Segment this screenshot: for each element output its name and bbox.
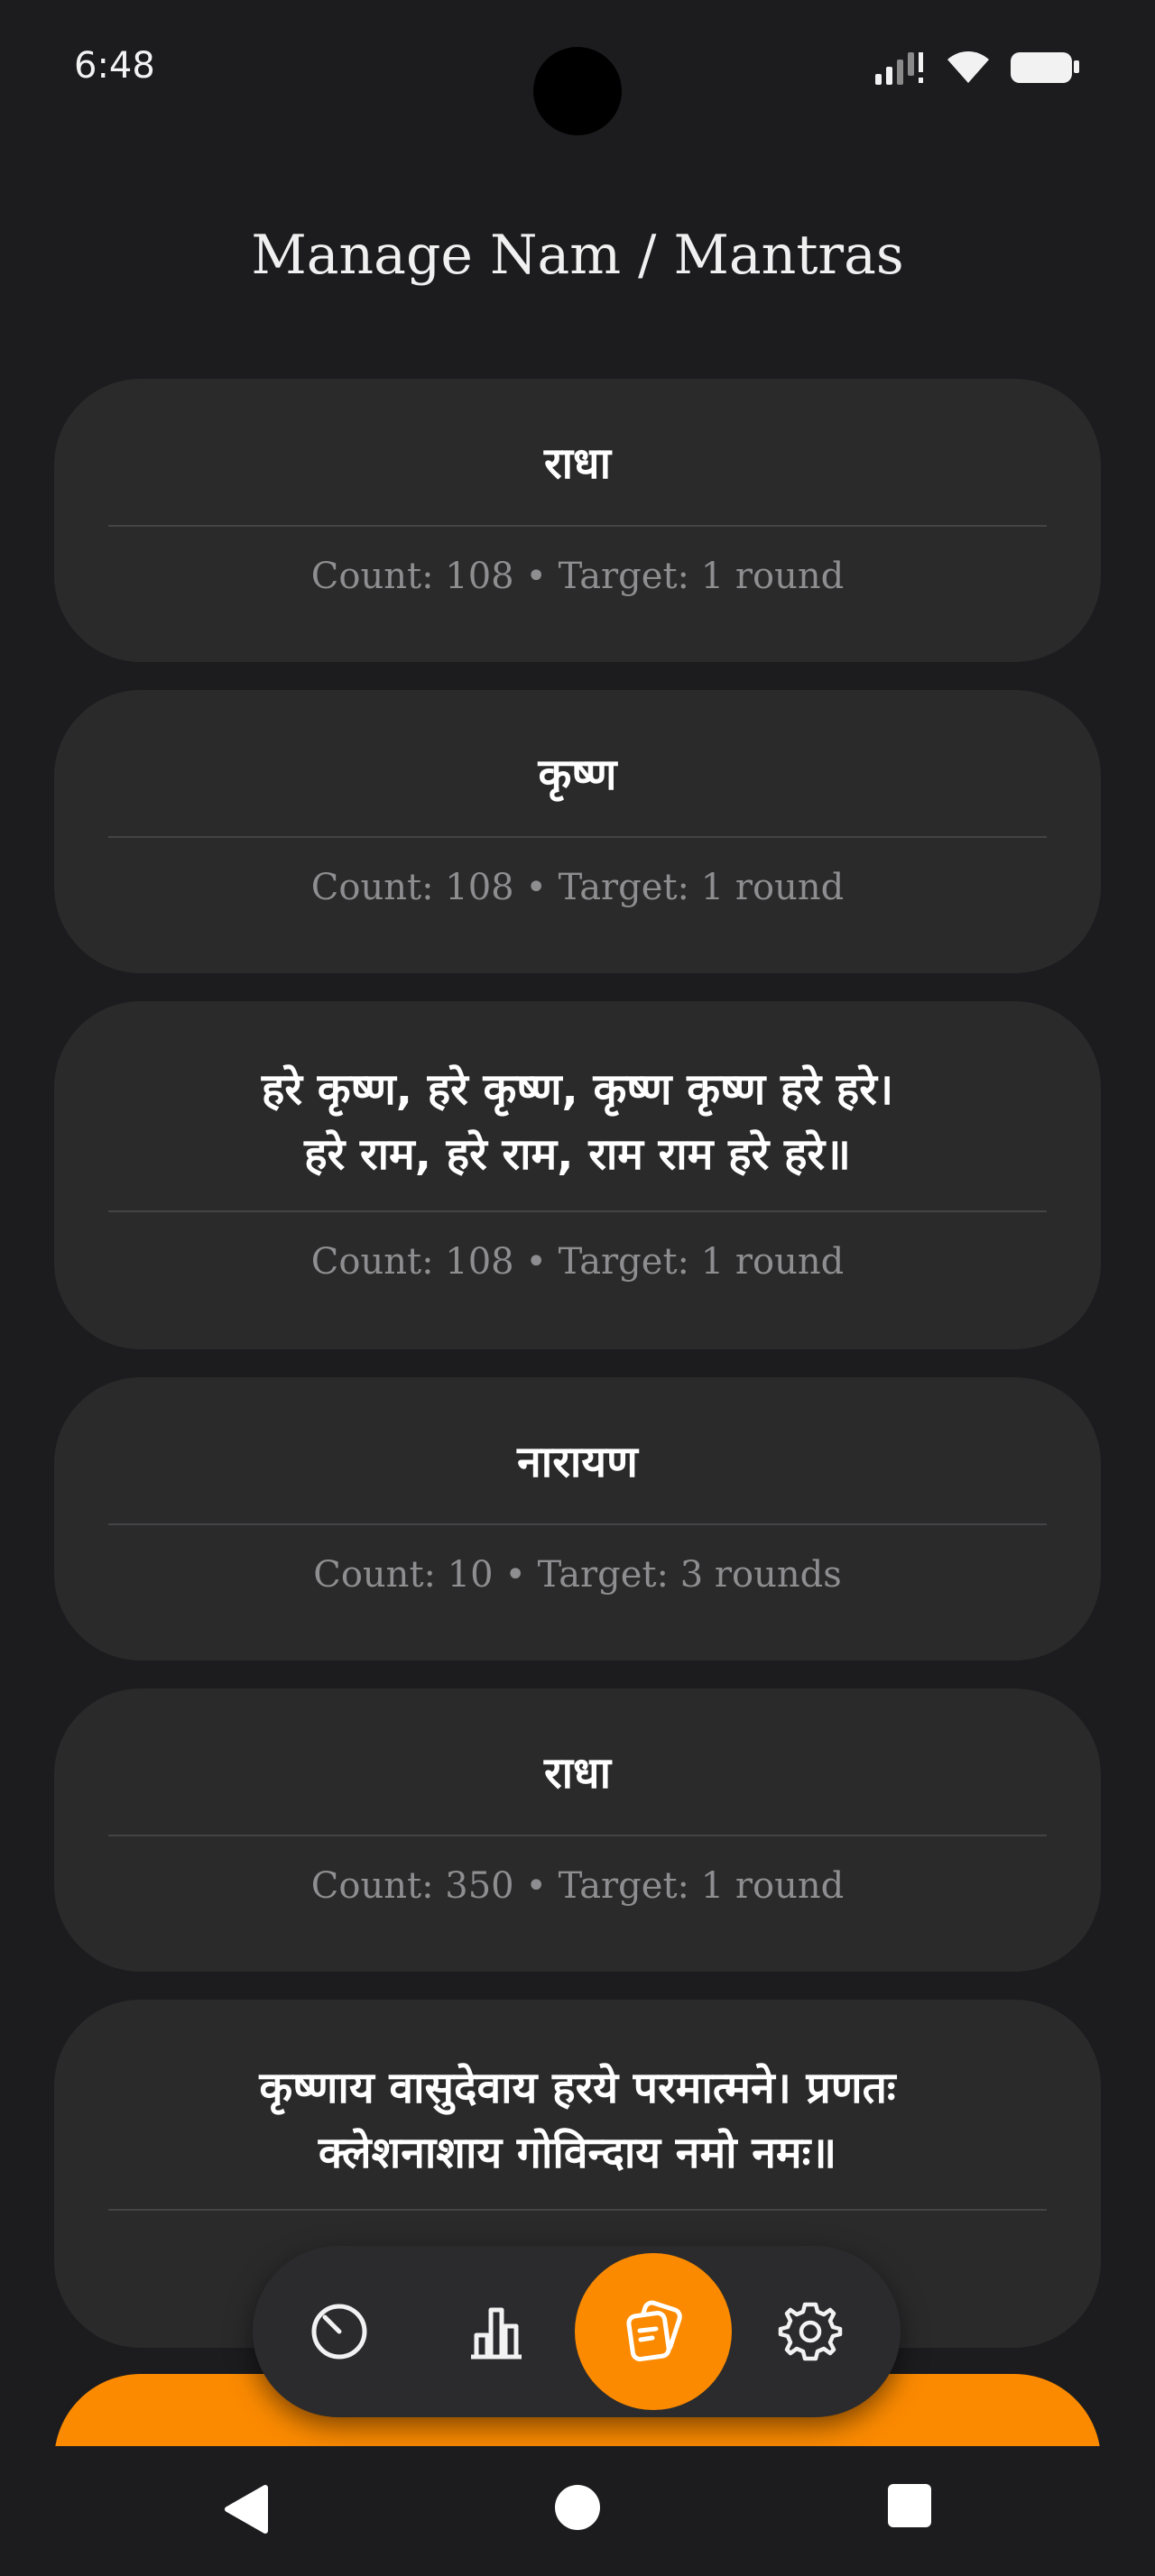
mantra-count-target: Count: 108 • Target: 1 round <box>310 556 845 597</box>
mantra-card[interactable]: हरे कृष्ण, हरे कृष्ण, कृष्ण कृष्ण हरे हर… <box>54 1001 1101 1349</box>
card-divider <box>108 1523 1047 1525</box>
mantra-name: कृष्णाय वासुदेवाय हरये परमात्मने। प्रणतः… <box>259 2063 896 2178</box>
mantra-card[interactable]: राधा Count: 350 • Target: 1 round <box>54 1688 1101 1972</box>
counter-dial-icon <box>311 2304 367 2360</box>
phone-screen: 6:48 Manage Nam / Mantras राधा Count: 10… <box>0 0 1155 2576</box>
status-icons <box>873 49 1081 85</box>
mantra-card[interactable]: राधा Count: 108 • Target: 1 round <box>54 379 1101 662</box>
wifi-icon <box>947 51 989 83</box>
camera-cutout <box>533 47 622 135</box>
settings-gear-icon <box>778 2302 843 2361</box>
card-divider <box>108 2209 1047 2211</box>
card-divider <box>108 836 1047 838</box>
stats-bar-chart-icon <box>471 2307 522 2360</box>
mantra-card[interactable]: कृष्ण Count: 108 • Target: 1 round <box>54 690 1101 973</box>
bottom-nav <box>253 2246 901 2417</box>
back-icon[interactable] <box>220 2482 274 2536</box>
page-title: Manage Nam / Mantras <box>251 224 904 287</box>
nav-counter[interactable] <box>294 2286 384 2377</box>
mantras-cards-icon <box>626 2300 682 2362</box>
mantra-count-target: Count: 10 • Target: 3 rounds <box>313 1554 842 1596</box>
battery-icon <box>1011 52 1079 83</box>
home-icon[interactable] <box>552 2482 603 2533</box>
recents-icon[interactable] <box>886 2482 933 2529</box>
mantra-name: राधा <box>543 1748 612 1799</box>
mantra-name: हरे कृष्ण, हरे कृष्ण, कृष्ण कृष्ण हरे हर… <box>261 1064 894 1180</box>
signal-icon <box>875 52 923 85</box>
mantra-name: राधा <box>543 438 612 489</box>
nav-stats[interactable] <box>451 2286 541 2377</box>
mantra-count-target: Count: 108 • Target: 1 round <box>310 867 845 908</box>
card-divider <box>108 525 1047 527</box>
mantra-name: कृष्ण <box>538 750 617 800</box>
nav-settings[interactable] <box>765 2286 855 2377</box>
mantra-name: नारायण <box>517 1437 638 1487</box>
status-time: 6:48 <box>74 45 155 87</box>
card-divider <box>108 1210 1047 1212</box>
nav-mantras[interactable] <box>575 2253 732 2410</box>
mantra-count-target: Count: 350 • Target: 1 round <box>310 1865 845 1907</box>
mantra-list: राधा Count: 108 • Target: 1 round कृष्ण … <box>54 379 1101 2376</box>
card-divider <box>108 1835 1047 1836</box>
mantra-count-target: Count: 108 • Target: 1 round <box>310 1241 845 1283</box>
mantra-card[interactable]: नारायण Count: 10 • Target: 3 rounds <box>54 1377 1101 1661</box>
